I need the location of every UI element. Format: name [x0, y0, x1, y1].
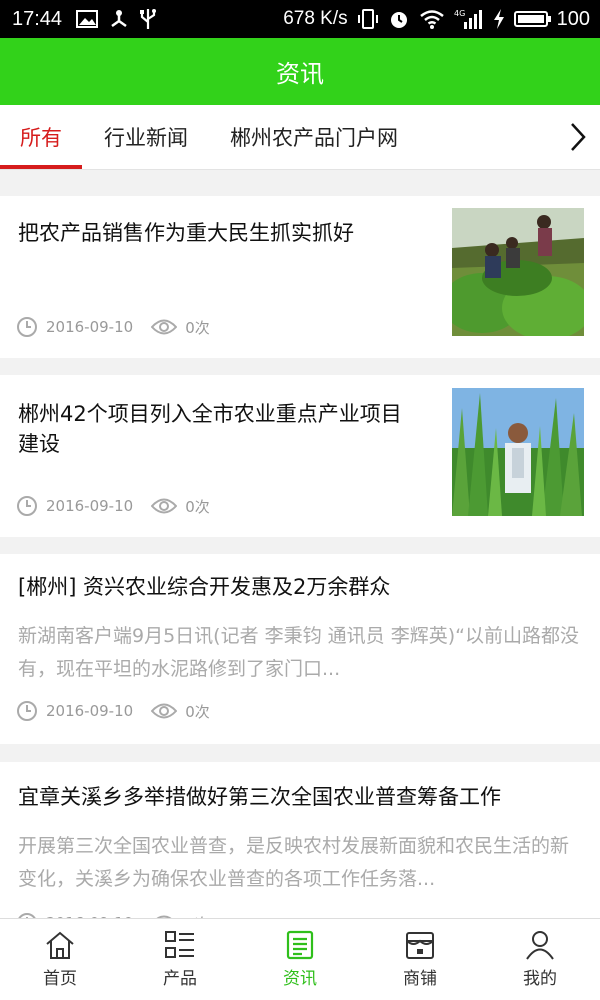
nav-mine[interactable]: 我的: [480, 919, 600, 1000]
article-thumbnail: [452, 208, 584, 336]
app-header: 资讯: [0, 38, 600, 105]
nav-label: 首页: [43, 969, 77, 989]
article-card[interactable]: 郴州42个项目列入全市农业重点产业项目建设 2016-09-10 0次: [0, 375, 600, 537]
news-icon: [286, 930, 314, 960]
article-views: 0次: [185, 318, 210, 337]
eye-icon: [151, 702, 178, 720]
tab-industry-news[interactable]: 行业新闻: [104, 105, 188, 169]
usb-icon: [140, 9, 157, 29]
article-title: [郴州] 资兴农业综合开发惠及2万余群众: [18, 575, 391, 599]
image-icon: [76, 10, 99, 28]
article-meta: 2016-09-10 0次: [16, 700, 210, 722]
status-time: 17:44: [12, 7, 63, 30]
article-summary: 新湖南客户端9月5日讯(记者 李秉钧 通讯员 李辉英)“以前山路都没有，现在平坦…: [18, 625, 579, 680]
nav-shops[interactable]: 商铺: [360, 919, 480, 1000]
usb-tether-icon: [111, 10, 127, 28]
clock-icon: [16, 495, 38, 517]
article-card[interactable]: [郴州] 资兴农业综合开发惠及2万余群众 新湖南客户端9月5日讯(记者 李秉钧 …: [0, 554, 600, 744]
tab-label: 所有: [20, 126, 62, 150]
article-title: 把农产品销售作为重大民生抓实抓好: [18, 221, 354, 245]
status-bar: 17:44 678 K/s 4G 100: [0, 0, 600, 38]
article-date: 2016-09-10: [46, 318, 134, 336]
category-tabs: 所有 行业新闻 郴州农产品门户网: [0, 105, 600, 170]
clock-icon: [16, 316, 38, 338]
article-meta: 2016-09-10 0次: [16, 495, 210, 517]
charging-icon: [493, 9, 504, 29]
network-type: 4G: [454, 9, 465, 18]
eye-icon: [151, 497, 178, 515]
nav-products[interactable]: 产品: [120, 919, 240, 1000]
article-date: 2016-09-10: [46, 497, 134, 515]
eye-icon: [151, 318, 178, 336]
tab-all[interactable]: 所有: [0, 105, 82, 169]
page-title: 资讯: [276, 60, 324, 88]
nav-home[interactable]: 首页: [0, 919, 120, 1000]
signal-4g-icon: 4G: [454, 9, 482, 29]
nav-label: 我的: [523, 969, 557, 989]
article-thumbnail: [452, 388, 584, 516]
nav-label: 资讯: [283, 969, 317, 989]
vibrate-icon: [357, 9, 378, 29]
wifi-icon: [419, 10, 444, 29]
tabs-scroll-right-button[interactable]: [556, 105, 600, 169]
network-speed: 678 K/s: [283, 8, 348, 29]
battery-icon: [513, 11, 551, 27]
article-views: 0次: [185, 497, 210, 516]
nav-news[interactable]: 资讯: [240, 919, 360, 1000]
alarm-icon: [390, 12, 407, 28]
tab-label: 行业新闻: [104, 126, 188, 150]
user-icon: [526, 931, 554, 960]
tab-label: 郴州农产品门户网: [230, 126, 398, 150]
home-icon: [46, 931, 74, 959]
grid-list-icon: [165, 931, 194, 958]
nav-label: 产品: [163, 969, 197, 989]
article-meta: 2016-09-10 0次: [16, 316, 210, 338]
chevron-right-icon: [571, 123, 586, 151]
article-title: 宜章关溪乡多举措做好第三次全国农业普查筹备工作: [18, 785, 501, 809]
battery-level: 100: [556, 7, 590, 30]
article-summary: 开展第三次全国农业普查，是反映农村发展新面貌和农民生活的新变化，关溪乡为确保农业…: [18, 835, 570, 890]
clock-icon: [16, 700, 38, 722]
bottom-nav: 首页 产品 资讯 商铺 我的: [0, 918, 600, 1000]
shop-icon: [406, 932, 434, 959]
article-title: 郴州42个项目列入全市农业重点产业项目建设: [18, 402, 402, 456]
article-card[interactable]: 把农产品销售作为重大民生抓实抓好 2016-09-10 0次: [0, 196, 600, 358]
article-views: 0次: [185, 702, 210, 721]
tab-chenzhou-portal[interactable]: 郴州农产品门户网: [230, 105, 398, 169]
nav-label: 商铺: [403, 969, 437, 989]
article-date: 2016-09-10: [46, 702, 134, 720]
